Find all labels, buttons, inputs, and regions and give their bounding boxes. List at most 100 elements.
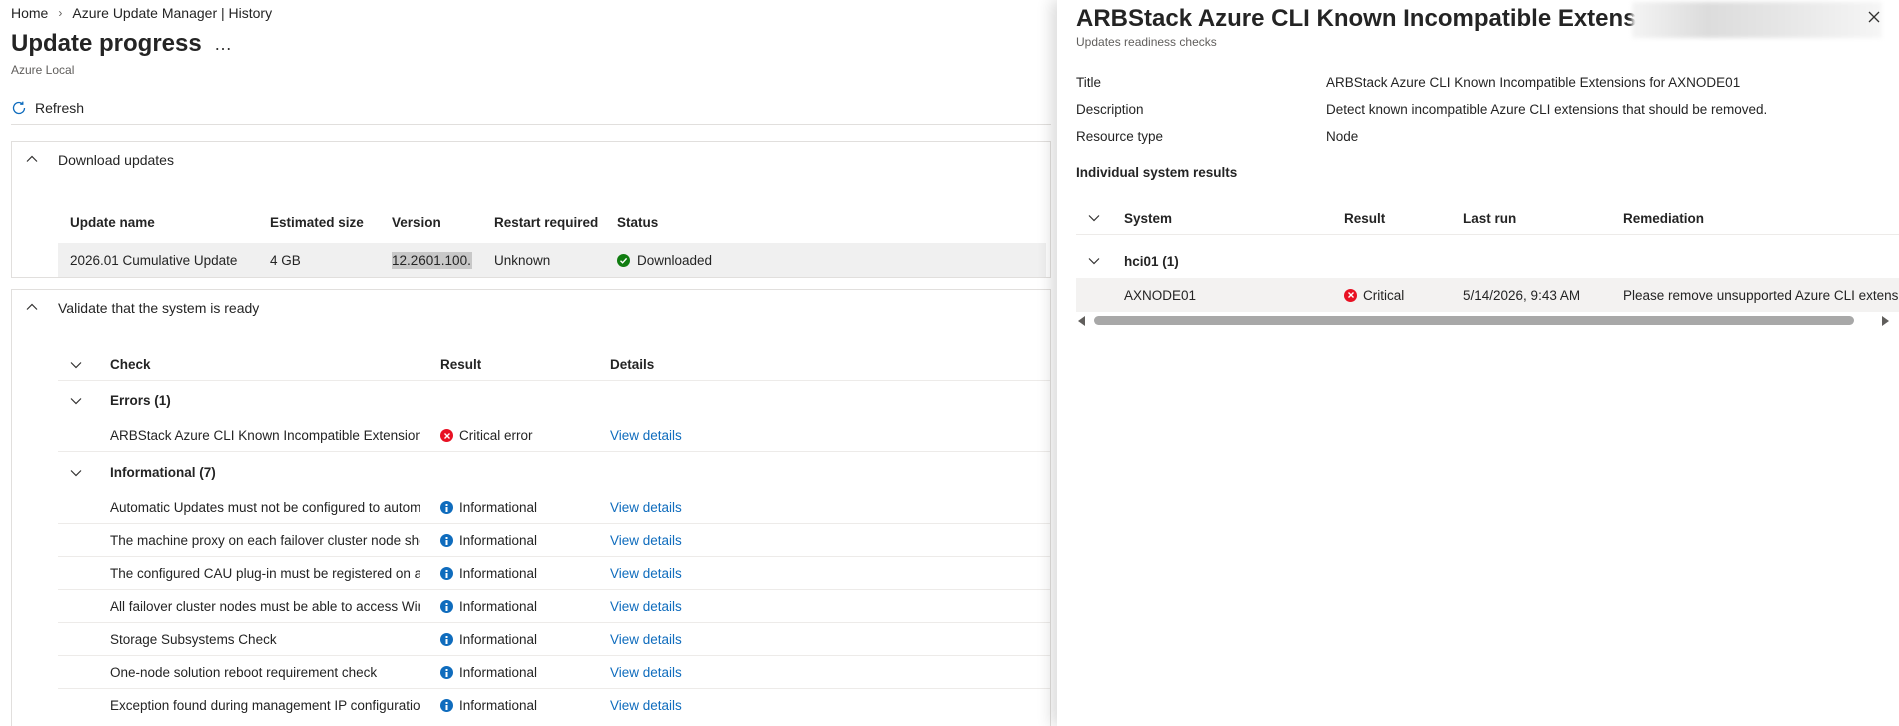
column-header: Details [610,357,655,372]
result-text: Critical error [459,428,533,443]
breadcrumb-home[interactable]: Home [11,5,48,21]
error-icon [1344,288,1357,302]
property-row: Description Detect known incompatible Az… [1076,99,1767,119]
refresh-icon [11,100,27,116]
property-key: Title [1076,74,1102,90]
errors-group-row[interactable]: Errors (1) [58,384,1050,417]
check-name: The configured CAU plug-in must be regis… [110,566,420,581]
table-row[interactable]: Automatic Updates must not be configured… [58,491,1050,524]
check-result: Informational [440,689,537,722]
check-result: Critical error [440,419,533,452]
column-header: Last run [1463,210,1517,226]
system-group-label: hci01 (1) [1124,253,1179,269]
results-heading: Individual system results [1076,165,1238,180]
download-updates-card: Download updates Update name Estimated s… [11,141,1051,278]
view-details-link[interactable]: View details [610,623,682,656]
result-text: Informational [459,665,538,680]
error-icon [440,429,453,442]
table-row[interactable]: The configured CAU plug-in must be regis… [58,557,1050,590]
chevron-down-icon[interactable] [1087,244,1101,278]
column-header: Check [110,357,151,372]
table-row[interactable]: Storage Subsystems Check Informational V… [58,623,1050,656]
checks-table-header: Check Result Details [58,348,1050,381]
details-panel: ARBStack Azure CLI Known Incompatible Ex… [1057,0,1899,726]
refresh-button[interactable]: Refresh [11,96,84,120]
more-options-button[interactable]: … [214,34,233,55]
chevron-down-icon[interactable] [69,384,83,417]
scrollbar-thumb[interactable] [1094,316,1854,325]
info-icon [440,534,453,547]
chevron-down-icon[interactable] [1087,201,1101,235]
toolbar-divider [11,124,1051,125]
check-name: One-node solution reboot requirement che… [110,665,378,680]
update-status: Downloaded [617,243,712,277]
info-icon [440,501,453,514]
table-row[interactable]: AXNODE01 Critical 5/14/2026, 9:43 AM Ple… [1076,278,1899,312]
close-icon[interactable] [1867,10,1881,27]
panel-subtitle: Updates readiness checks [1076,35,1217,49]
success-check-icon [617,253,630,267]
chevron-down-icon[interactable] [69,348,83,381]
view-details-link[interactable]: View details [610,524,682,557]
scroll-right-arrow-icon[interactable] [1881,314,1889,329]
check-result: Informational [440,590,537,623]
scroll-left-arrow-icon[interactable] [1078,314,1086,329]
view-details-link[interactable]: View details [610,419,682,452]
view-details-link[interactable]: View details [610,656,682,689]
table-row[interactable]: The machine proxy on each failover clust… [58,524,1050,557]
check-result: Informational [440,524,537,557]
table-row[interactable]: All failover cluster nodes must be able … [58,590,1050,623]
update-version[interactable]: 12.2601.100... [392,251,472,269]
update-name: 2026.01 Cumulative Update [70,252,238,268]
download-section-label: Download updates [58,152,174,168]
chevron-down-icon[interactable] [69,456,83,489]
property-row: Resource type Node [1076,126,1358,146]
check-name: Automatic Updates must not be configured… [110,500,420,515]
breadcrumb: Home › Azure Update Manager | History [11,4,272,22]
system-result: Critical [1344,278,1404,312]
view-details-link[interactable]: View details [610,557,682,590]
refresh-label: Refresh [35,100,85,116]
page-title: Update progress [11,30,202,57]
chevron-up-icon[interactable] [25,300,39,317]
download-section-header[interactable]: Download updates [12,142,1050,178]
status-text: Downloaded [637,252,713,268]
result-text: Informational [459,533,538,548]
download-table-header: Update name Estimated size Version Resta… [58,205,1050,239]
property-key: Description [1076,101,1144,117]
system-name: AXNODE01 [1124,287,1197,303]
result-text: Informational [459,698,538,713]
validate-section-label: Validate that the system is ready [58,300,260,316]
chevron-up-icon[interactable] [25,152,39,169]
update-size: 4 GB [270,252,301,268]
view-details-link[interactable]: View details [610,590,682,623]
informational-group-label: Informational (7) [110,465,216,480]
view-details-link[interactable]: View details [610,491,682,524]
breadcrumb-current[interactable]: Azure Update Manager | History [72,5,272,21]
system-group-row[interactable]: hci01 (1) [1076,244,1899,278]
check-name: The machine proxy on each failover clust… [110,533,420,548]
table-row[interactable]: ARBStack Azure CLI Known Incompatible Ex… [58,419,1050,452]
info-icon [440,567,453,580]
table-row[interactable]: One-node solution reboot requirement che… [58,656,1050,689]
view-details-link[interactable]: View details [610,689,682,722]
table-row[interactable]: Exception found during management IP con… [58,689,1050,722]
column-header: Restart required [494,214,599,230]
column-header: Remediation [1623,210,1705,226]
table-row[interactable]: 2026.01 Cumulative Update 4 GB 12.2601.1… [58,243,1046,277]
check-result: Informational [440,656,537,689]
column-header: Status [617,214,659,230]
errors-group-label: Errors (1) [110,393,171,408]
validate-section-header[interactable]: Validate that the system is ready [12,290,1050,326]
update-restart: Unknown [494,252,551,268]
result-text: Informational [459,632,538,647]
info-icon [440,666,453,679]
redacted-area [1632,2,1882,38]
result-text: Informational [459,599,538,614]
result-text: Informational [459,500,538,515]
horizontal-scrollbar[interactable] [1076,313,1899,327]
informational-group-row[interactable]: Informational (7) [58,456,1050,489]
info-icon [440,633,453,646]
check-result: Informational [440,557,537,590]
check-result: Informational [440,623,537,656]
